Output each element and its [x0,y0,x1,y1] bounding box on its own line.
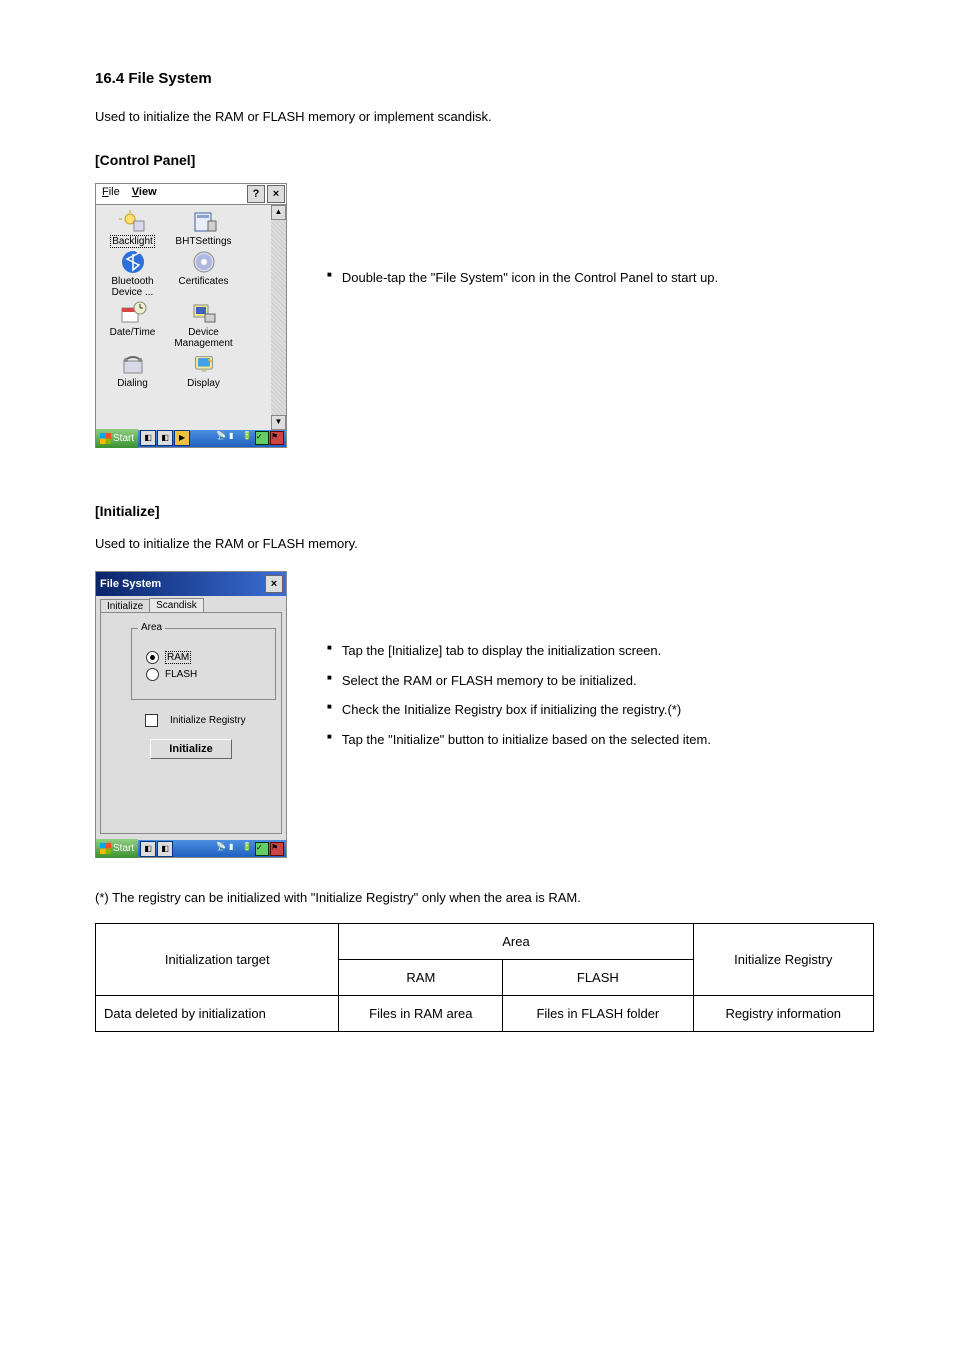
icon-certificates[interactable]: Certificates [171,249,236,298]
step-text: Select the RAM or FLASH memory to be ini… [342,671,637,691]
subsection-initialize: [Initialize] [95,503,874,519]
icon-grid: Backlight BHTSettings Bluetooth Device .… [96,205,271,430]
bullet-icon: ■ [327,643,332,652]
icon-bluetooth[interactable]: Bluetooth Device ... [100,249,165,298]
tray-battery-icon: 🔋 [242,842,254,854]
init-description: Used to initialize the RAM or FLASH memo… [95,534,874,554]
start-button[interactable]: Start [96,429,138,448]
tray-icon[interactable]: ◧ [157,841,173,857]
taskbar: Start ◧ ◧ 📡 ▮ 🔋 ✓ ⚑ [96,840,286,857]
section-title: 16.4 File System [95,70,874,87]
display-icon [189,351,219,377]
tab-bar: Initialize Scandisk [96,596,286,612]
tab-initialize[interactable]: Initialize [100,599,150,613]
icon-dialing[interactable]: Dialing [100,351,165,389]
checkbox-icon [145,714,158,727]
icon-bhtsettings[interactable]: BHTSettings [171,209,236,247]
step-text: Tap the [Initialize] tab to display the … [342,641,661,661]
tray-icon[interactable]: ◧ [157,430,173,446]
step-text: Check the Initialize Registry box if ini… [342,700,681,720]
start-button[interactable]: Start [96,839,138,858]
bullet-icon: ■ [327,732,332,741]
titlebar: File System × [96,572,286,596]
tray-status-icon: 📡 [216,842,228,854]
footnote: (*) The registry can be initialized with… [95,888,874,908]
radio-ram[interactable]: RAM [146,651,261,664]
tray-signal-icon: ▮ [229,431,241,443]
tab-panel: Area RAM FLASH Initialize Registry Initi… [100,612,282,834]
menu-file[interactable]: File [96,184,126,204]
windows-flag-icon [100,843,111,854]
bullet-icon: ■ [327,702,332,711]
checkbox-initialize-registry[interactable]: Initialize Registry [145,714,261,727]
bullet-icon: ■ [327,270,332,279]
windows-flag-icon [100,433,111,444]
tray-icon[interactable]: ▶ [174,430,190,446]
init-target-table: Initialization target Area Initialize Re… [95,923,874,1032]
td-deleted: Data deleted by initialization [96,995,339,1031]
control-panel-window: File View ? × Backlight BHTSettings Blue… [95,183,287,448]
td-registry: Registry information [693,995,874,1031]
close-button[interactable]: × [265,575,283,593]
window-title: File System [100,578,161,590]
tray-status-icon: 📡 [216,431,228,443]
icon-display[interactable]: Display [171,351,236,389]
td-files-ram: Files in RAM area [339,995,503,1031]
tab-scandisk[interactable]: Scandisk [149,598,204,612]
fieldset-legend: Area [138,622,165,633]
th-target: Initialization target [96,923,339,995]
icon-backlight[interactable]: Backlight [100,209,165,247]
radio-icon [146,651,159,664]
tray-icon[interactable]: ◧ [140,841,156,857]
bullet-icon: ■ [327,673,332,682]
intro-text: Used to initialize the RAM or FLASH memo… [95,107,874,127]
radio-flash[interactable]: FLASH [146,668,261,681]
tray-icon[interactable]: ⚑ [270,431,284,445]
tray-signal-icon: ▮ [229,842,241,854]
th-registry: Initialize Registry [693,923,874,995]
scrollbar[interactable]: ▲ ▼ [271,205,286,430]
help-button[interactable]: ? [247,185,265,203]
initialize-button[interactable]: Initialize [150,739,231,759]
taskbar: Start ◧ ◧ ▶ 📡 ▮ 🔋 ✓ ⚑ [96,430,286,447]
file-system-window: File System × Initialize Scandisk Area R… [95,571,287,858]
close-button[interactable]: × [267,185,285,203]
area-fieldset: Area RAM FLASH [131,628,276,700]
th-area: Area [339,923,693,959]
menubar: File View ? × [96,184,286,205]
icon-device-management[interactable]: Device Management [171,300,236,349]
tray-icon[interactable]: ✓ [255,431,269,445]
step-text: Tap the "Initialize" button to initializ… [342,730,711,750]
scroll-up-icon[interactable]: ▲ [271,205,286,220]
td-files-flash: Files in FLASH folder [503,995,693,1031]
radio-icon [146,668,159,681]
scroll-down-icon[interactable]: ▼ [271,415,286,430]
th-ram: RAM [339,959,503,995]
icon-datetime[interactable]: Date/Time [100,300,165,349]
tray-icon[interactable]: ⚑ [270,842,284,856]
tray-icon[interactable]: ✓ [255,842,269,856]
cp-description: Double-tap the "File System" icon in the… [342,268,718,288]
tray-battery-icon: 🔋 [242,431,254,443]
th-flash: FLASH [503,959,693,995]
menu-view[interactable]: View [126,184,163,204]
subsection-control-panel: [Control Panel] [95,152,874,168]
tray-icon[interactable]: ◧ [140,430,156,446]
